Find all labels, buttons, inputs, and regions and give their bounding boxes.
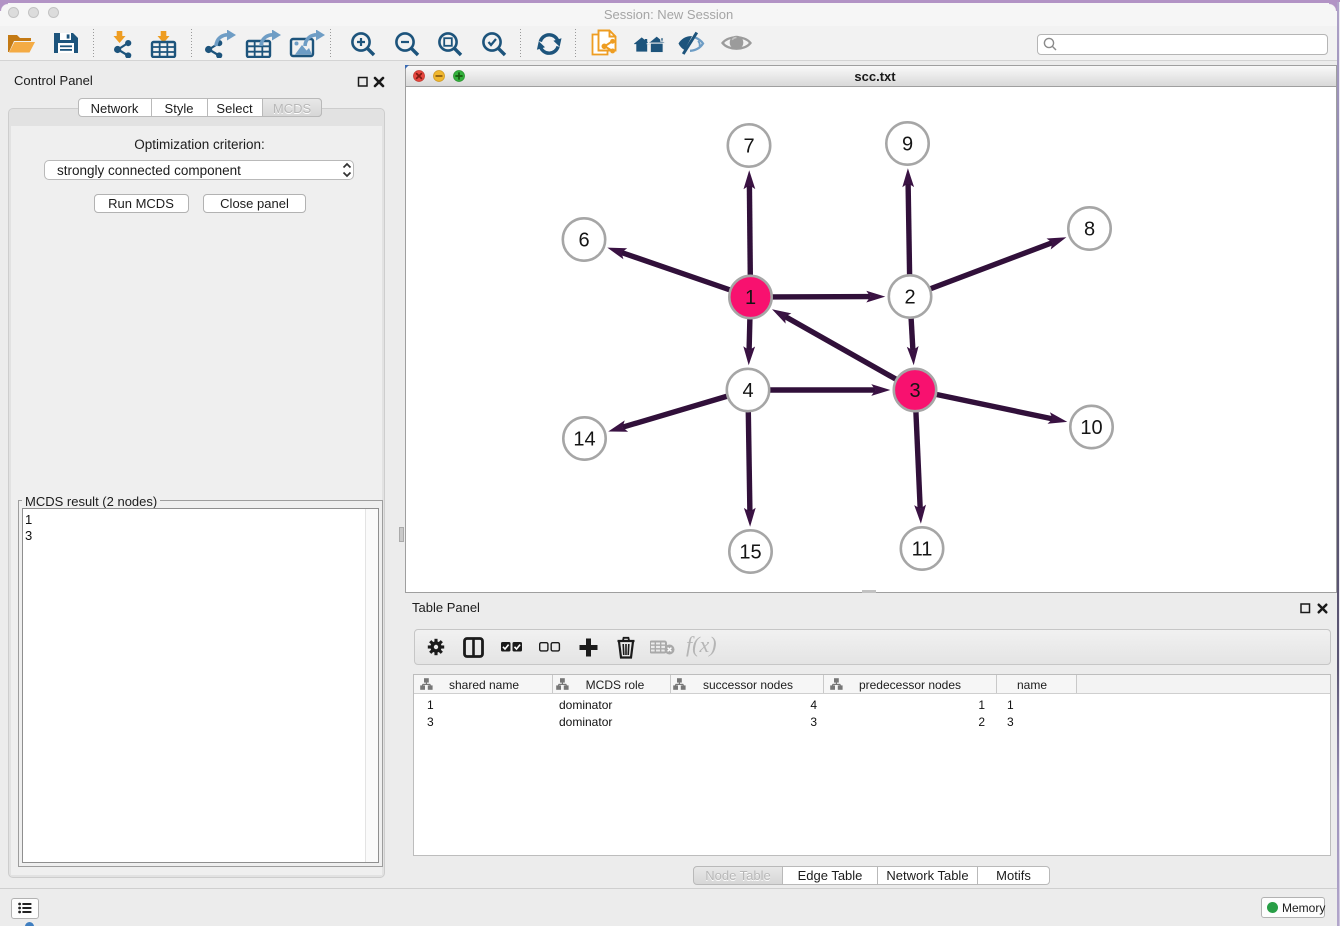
svg-text:7: 7 bbox=[743, 136, 754, 158]
svg-text:3: 3 bbox=[909, 380, 920, 402]
svg-text:11: 11 bbox=[912, 539, 933, 561]
svg-text:15: 15 bbox=[739, 542, 761, 564]
svg-text:2: 2 bbox=[904, 287, 915, 309]
svg-text:1: 1 bbox=[745, 287, 756, 309]
svg-text:9: 9 bbox=[902, 134, 913, 156]
svg-text:8: 8 bbox=[1084, 219, 1095, 241]
svg-text:4: 4 bbox=[742, 380, 753, 402]
svg-text:10: 10 bbox=[1080, 417, 1102, 439]
svg-text:6: 6 bbox=[578, 230, 589, 252]
svg-text:14: 14 bbox=[573, 429, 595, 451]
